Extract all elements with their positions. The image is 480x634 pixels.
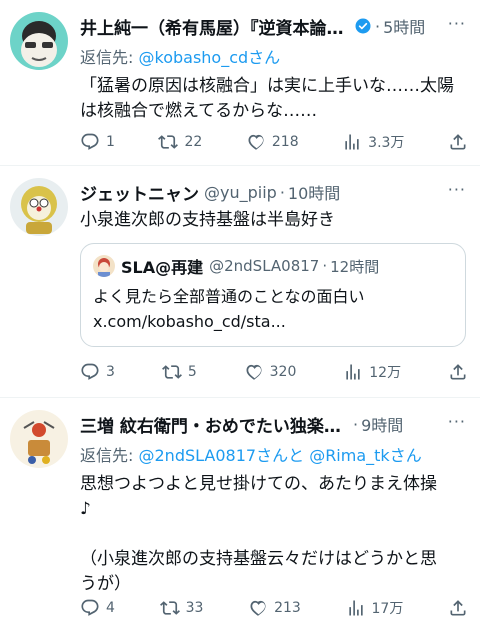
like-count: 218 — [271, 134, 299, 150]
reply-suffix: さん — [248, 48, 281, 67]
retweet-icon — [158, 132, 178, 152]
more-icon[interactable]: ··· — [448, 14, 466, 33]
retweet-count: 22 — [184, 134, 203, 150]
avatar[interactable] — [10, 178, 68, 236]
tweet-text: 「猛暑の原因は核融合」は実に上手いな……太陽 は核融合で燃えてるからな…… — [80, 74, 466, 124]
display-name[interactable]: 井上純一（希有馬屋）『逆資本論』... — [80, 14, 350, 39]
retweet-count: 33 — [185, 600, 204, 616]
quote-text-line: x.com/kobasho_cd/sta... — [93, 312, 286, 331]
share-button[interactable] — [448, 598, 468, 618]
tweet-text-line: は核融合で燃えてるからな…… — [80, 101, 318, 121]
mention-link-2[interactable]: @Rima_tk — [309, 446, 390, 465]
separator-dot: · — [322, 257, 328, 275]
reply-count: 3 — [106, 364, 115, 380]
avatar[interactable] — [10, 410, 68, 468]
quote-timestamp: 12時間 — [330, 257, 380, 276]
tweet-text: 小泉進次郎の支持基盤は半島好き — [80, 208, 466, 233]
reply-button[interactable]: 4 — [80, 598, 115, 618]
display-name[interactable]: ジェットニャン — [80, 180, 199, 205]
view-count: 12万 — [369, 365, 402, 381]
user-handle[interactable]: @yu_piip — [204, 183, 277, 202]
reply-suffix: さん — [389, 446, 422, 465]
reply-icon — [80, 362, 100, 382]
action-bar: 4 33 213 17万 — [80, 596, 468, 620]
views-icon — [346, 598, 366, 618]
quote-text-line: よく見たら全部普通のことなの面白い — [93, 287, 365, 306]
tweet-text-line: 小泉進次郎の支持基盤は半島好き — [80, 210, 335, 230]
reply-button[interactable]: 3 — [80, 362, 115, 382]
view-count: 17万 — [371, 601, 404, 617]
separator-dot: · — [279, 182, 285, 202]
more-icon[interactable]: ··· — [448, 412, 466, 431]
like-button[interactable]: 320 — [244, 362, 297, 382]
retweet-icon — [160, 598, 180, 618]
retweet-button[interactable]: 22 — [158, 132, 202, 152]
quote-avatar — [93, 255, 115, 277]
tweet-1[interactable]: 井上純一（希有馬屋）『逆資本論』... · 5時間 ··· 返信先: @koba… — [0, 0, 480, 166]
views-icon — [343, 362, 363, 382]
reply-icon — [80, 598, 100, 618]
views-button[interactable]: 3.3万 — [342, 132, 404, 152]
reply-label: 返信先: — [80, 48, 134, 67]
like-button[interactable]: 218 — [246, 132, 299, 152]
tweet-text-line: うが） — [80, 574, 131, 594]
timestamp[interactable]: 5時間 — [383, 14, 425, 38]
views-button[interactable]: 17万 — [346, 598, 404, 618]
reply-context: 返信先: @kobasho_cdさん — [80, 44, 466, 68]
reply-count: 4 — [106, 600, 115, 616]
quote-text: よく見たら全部普通のことなの面白い x.com/kobasho_cd/sta..… — [93, 284, 453, 334]
action-bar: 1 22 218 3.3万 — [80, 130, 468, 154]
reply-label: 返信先: — [80, 446, 134, 465]
like-count: 213 — [274, 600, 301, 616]
share-icon — [448, 598, 468, 618]
retweet-count: 5 — [187, 364, 197, 380]
like-icon — [244, 362, 264, 382]
tweet-text-line: ♪ — [80, 499, 91, 519]
share-icon — [448, 362, 468, 382]
separator-dot: · — [375, 16, 381, 36]
like-icon — [248, 598, 268, 618]
like-count: 320 — [269, 364, 297, 380]
share-icon — [448, 132, 468, 152]
display-name[interactable]: 三増 紋右衛門・おめでたい独楽（... — [80, 412, 350, 437]
like-button[interactable]: 213 — [248, 598, 301, 618]
quote-user-handle: @2ndSLA0817 — [209, 257, 320, 275]
retweet-icon — [162, 362, 182, 382]
timestamp[interactable]: 9時間 — [361, 412, 403, 436]
reply-context: 返信先: @2ndSLA0817さんと @Rima_tkさん — [80, 442, 466, 466]
share-button[interactable] — [448, 362, 468, 382]
like-icon — [246, 132, 266, 152]
tweet-text-line: 「猛暑の原因は核融合」は実に上手いな……太陽 — [80, 76, 454, 96]
tweet-2[interactable]: ジェットニャン @yu_piip · 10時間 ··· 小泉進次郎の支持基盤は半… — [0, 166, 480, 398]
tweet-text-line: 思想つよつよと見せ掛けての、あたりまえ体操 — [80, 474, 437, 494]
mention-link[interactable]: @kobasho_cd — [139, 48, 249, 67]
quoted-tweet[interactable]: SLA@再建 @2ndSLA0817 · 12時間 よく見たら全部普通のことなの… — [80, 243, 466, 347]
views-icon — [342, 132, 362, 152]
quote-display-name: SLA@再建 — [121, 258, 204, 277]
view-count: 3.3万 — [368, 135, 405, 151]
tweet-text: 思想つよつよと見せ掛けての、あたりまえ体操 ♪ （小泉進次郎の支持基盤云々だけは… — [80, 472, 466, 597]
retweet-button[interactable]: 5 — [162, 362, 197, 382]
views-button[interactable]: 12万 — [343, 362, 401, 382]
avatar[interactable] — [10, 12, 68, 70]
tweet-text-line: （小泉進次郎の支持基盤云々だけはどうかと思 — [80, 549, 437, 569]
action-bar: 3 5 320 12万 — [80, 360, 468, 384]
reply-count: 1 — [106, 134, 115, 150]
reply-mid: さんと — [256, 446, 305, 465]
separator-dot: · — [353, 414, 359, 434]
share-button[interactable] — [448, 132, 468, 152]
tweet-3[interactable]: 三増 紋右衛門・おめでたい独楽（... · 9時間 ··· 返信先: @2ndS… — [0, 398, 480, 634]
timestamp[interactable]: 10時間 — [288, 180, 340, 204]
reply-icon — [80, 132, 100, 152]
reply-button[interactable]: 1 — [80, 132, 115, 152]
more-icon[interactable]: ··· — [448, 180, 466, 199]
mention-link[interactable]: @2ndSLA0817 — [139, 446, 257, 465]
retweet-button[interactable]: 33 — [160, 598, 204, 618]
verified-badge-icon — [355, 18, 371, 34]
